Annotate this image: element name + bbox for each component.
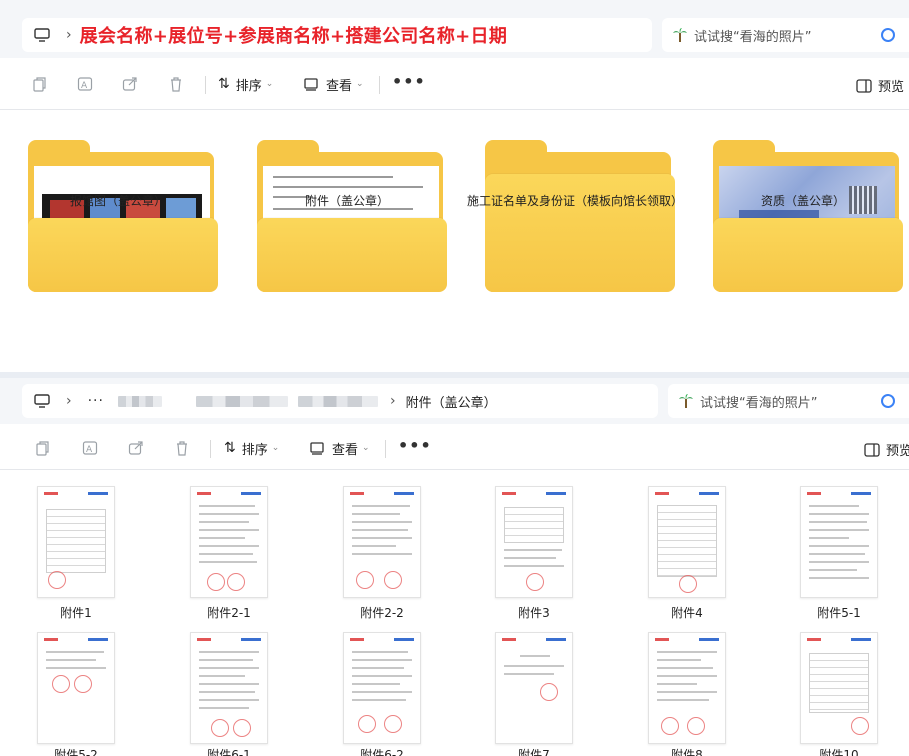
- file-label[interactable]: 附件1: [16, 604, 136, 621]
- document-thumbnail[interactable]: [190, 486, 268, 598]
- preview-button[interactable]: 预览: [864, 440, 909, 459]
- ai-assistant-icon[interactable]: [881, 28, 895, 42]
- file-label[interactable]: 附件2-1: [169, 604, 289, 621]
- sort-icon: ⇅: [218, 76, 230, 92]
- chevron-right-icon[interactable]: ›: [66, 27, 72, 43]
- document-thumbnail[interactable]: [648, 486, 726, 598]
- folder-label[interactable]: 报馆图（盖公章）: [0, 192, 248, 209]
- folder-icon: [257, 140, 447, 292]
- toolbar-divider: [210, 440, 211, 458]
- address-bar-row: › ··· › 附件（盖公章） 试试搜“看海的照片”: [0, 378, 909, 424]
- chevron-down-icon: ⌄: [356, 79, 364, 89]
- search-input[interactable]: 试试搜“看海的照片”: [668, 384, 909, 418]
- document-thumbnail[interactable]: [800, 486, 878, 598]
- view-button[interactable]: 查看 ⌄: [304, 74, 364, 94]
- document-thumbnail[interactable]: [495, 632, 573, 744]
- view-label: 查看: [326, 78, 353, 94]
- folder-label[interactable]: 资质（盖公章）: [673, 192, 909, 209]
- toolbar-divider: [205, 76, 206, 94]
- sort-label: 排序: [235, 78, 262, 94]
- palm-tree-icon: [673, 28, 687, 42]
- file-label[interactable]: 附件8: [627, 746, 747, 756]
- sort-button[interactable]: ⇅ 排序 ⌄: [224, 438, 279, 458]
- blurred-breadcrumb: [195, 395, 288, 407]
- document-thumbnail[interactable]: [343, 632, 421, 744]
- explorer-window-bottom: › ··· › 附件（盖公章） 试试搜“看海的照片” A ⇅ 排序 ⌄ 查看 ⌄: [0, 372, 909, 756]
- address-bar-row: › 展会名称+展位号+参展商名称+搭建公司名称+日期 试试搜“看海的照片”: [0, 0, 909, 58]
- document-thumbnail[interactable]: [648, 632, 726, 744]
- explorer-window-top: › 展会名称+展位号+参展商名称+搭建公司名称+日期 试试搜“看海的照片” A …: [0, 0, 909, 372]
- svg-text:A: A: [81, 81, 88, 91]
- rename-icon[interactable]: A: [82, 440, 98, 456]
- sort-button[interactable]: ⇅ 排序 ⌄: [218, 74, 273, 94]
- delete-icon[interactable]: [174, 440, 190, 456]
- sort-label: 排序: [241, 442, 268, 458]
- preview-label: 预览: [886, 444, 909, 459]
- chevron-right-icon[interactable]: ›: [66, 393, 72, 409]
- view-button[interactable]: 查看 ⌄: [310, 438, 370, 458]
- delete-icon[interactable]: [168, 76, 184, 92]
- preview-pane-icon: [864, 442, 880, 457]
- ai-assistant-icon[interactable]: [881, 394, 895, 408]
- toolbar-divider: [385, 440, 386, 458]
- sort-icon: ⇅: [224, 440, 236, 456]
- chevron-right-icon[interactable]: ›: [390, 393, 396, 409]
- document-thumbnail[interactable]: [343, 486, 421, 598]
- file-label[interactable]: 附件4: [627, 604, 747, 621]
- folder-icon: [28, 140, 218, 292]
- palm-tree-icon: [679, 394, 693, 408]
- file-label[interactable]: 附件7: [474, 746, 594, 756]
- preview-button[interactable]: 预览: [856, 76, 904, 95]
- computer-icon[interactable]: [34, 28, 50, 42]
- document-thumbnail[interactable]: [37, 632, 115, 744]
- search-placeholder: 试试搜“看海的照片”: [694, 29, 812, 45]
- document-thumbnail[interactable]: [800, 632, 878, 744]
- file-label[interactable]: 附件5-2: [16, 746, 136, 756]
- blurred-breadcrumb: [297, 395, 378, 407]
- copy-icon[interactable]: [35, 440, 51, 456]
- breadcrumb-current-folder[interactable]: 附件（盖公章）: [406, 392, 497, 411]
- folder-icon: [485, 140, 675, 292]
- chevron-down-icon: ⌄: [271, 443, 280, 453]
- file-label[interactable]: 附件5-1: [779, 604, 899, 621]
- document-thumbnail[interactable]: [495, 486, 573, 598]
- share-icon[interactable]: [122, 76, 138, 92]
- command-toolbar: A ⇅ 排序 ⌄ 查看 ⌄ ••• 预览: [0, 424, 909, 470]
- file-label[interactable]: 附件6-1: [169, 746, 289, 756]
- folder-icon: [713, 140, 903, 292]
- copy-icon[interactable]: [32, 76, 48, 92]
- document-thumbnail[interactable]: [37, 486, 115, 598]
- view-label: 查看: [332, 442, 359, 458]
- file-label[interactable]: 附件10: [779, 746, 899, 756]
- svg-text:A: A: [86, 445, 93, 455]
- search-placeholder: 试试搜“看海的照片”: [700, 395, 818, 411]
- breadcrumb-current-folder[interactable]: 展会名称+展位号+参展商名称+搭建公司名称+日期: [80, 22, 508, 48]
- share-icon[interactable]: [128, 440, 144, 456]
- folder-label[interactable]: 施工证名单及身份证（模板向馆长领取）: [445, 192, 705, 209]
- view-icon: [310, 442, 324, 455]
- address-bar[interactable]: › 展会名称+展位号+参展商名称+搭建公司名称+日期: [22, 18, 652, 52]
- computer-icon[interactable]: [34, 394, 50, 408]
- file-label[interactable]: 附件6-2: [322, 746, 442, 756]
- address-bar[interactable]: › ··· › 附件（盖公章）: [22, 384, 658, 418]
- more-options-button[interactable]: •••: [392, 72, 426, 91]
- preview-label: 预览: [878, 80, 905, 95]
- breadcrumb-overflow[interactable]: ···: [88, 393, 104, 409]
- toolbar-divider: [379, 76, 380, 94]
- preview-pane-icon: [856, 78, 872, 93]
- command-toolbar: A ⇅ 排序 ⌄ 查看 ⌄ ••• 预览: [0, 58, 909, 110]
- rename-icon[interactable]: A: [77, 76, 93, 92]
- search-input[interactable]: 试试搜“看海的照片”: [662, 18, 909, 52]
- blurred-breadcrumb: [117, 395, 162, 407]
- file-label[interactable]: 附件3: [474, 604, 594, 621]
- chevron-down-icon: ⌄: [265, 79, 274, 89]
- folder-label[interactable]: 附件（盖公章）: [217, 192, 477, 209]
- document-thumbnail[interactable]: [190, 632, 268, 744]
- chevron-down-icon: ⌄: [362, 443, 370, 453]
- file-label[interactable]: 附件2-2: [322, 604, 442, 621]
- view-icon: [304, 78, 318, 91]
- more-options-button[interactable]: •••: [398, 436, 432, 455]
